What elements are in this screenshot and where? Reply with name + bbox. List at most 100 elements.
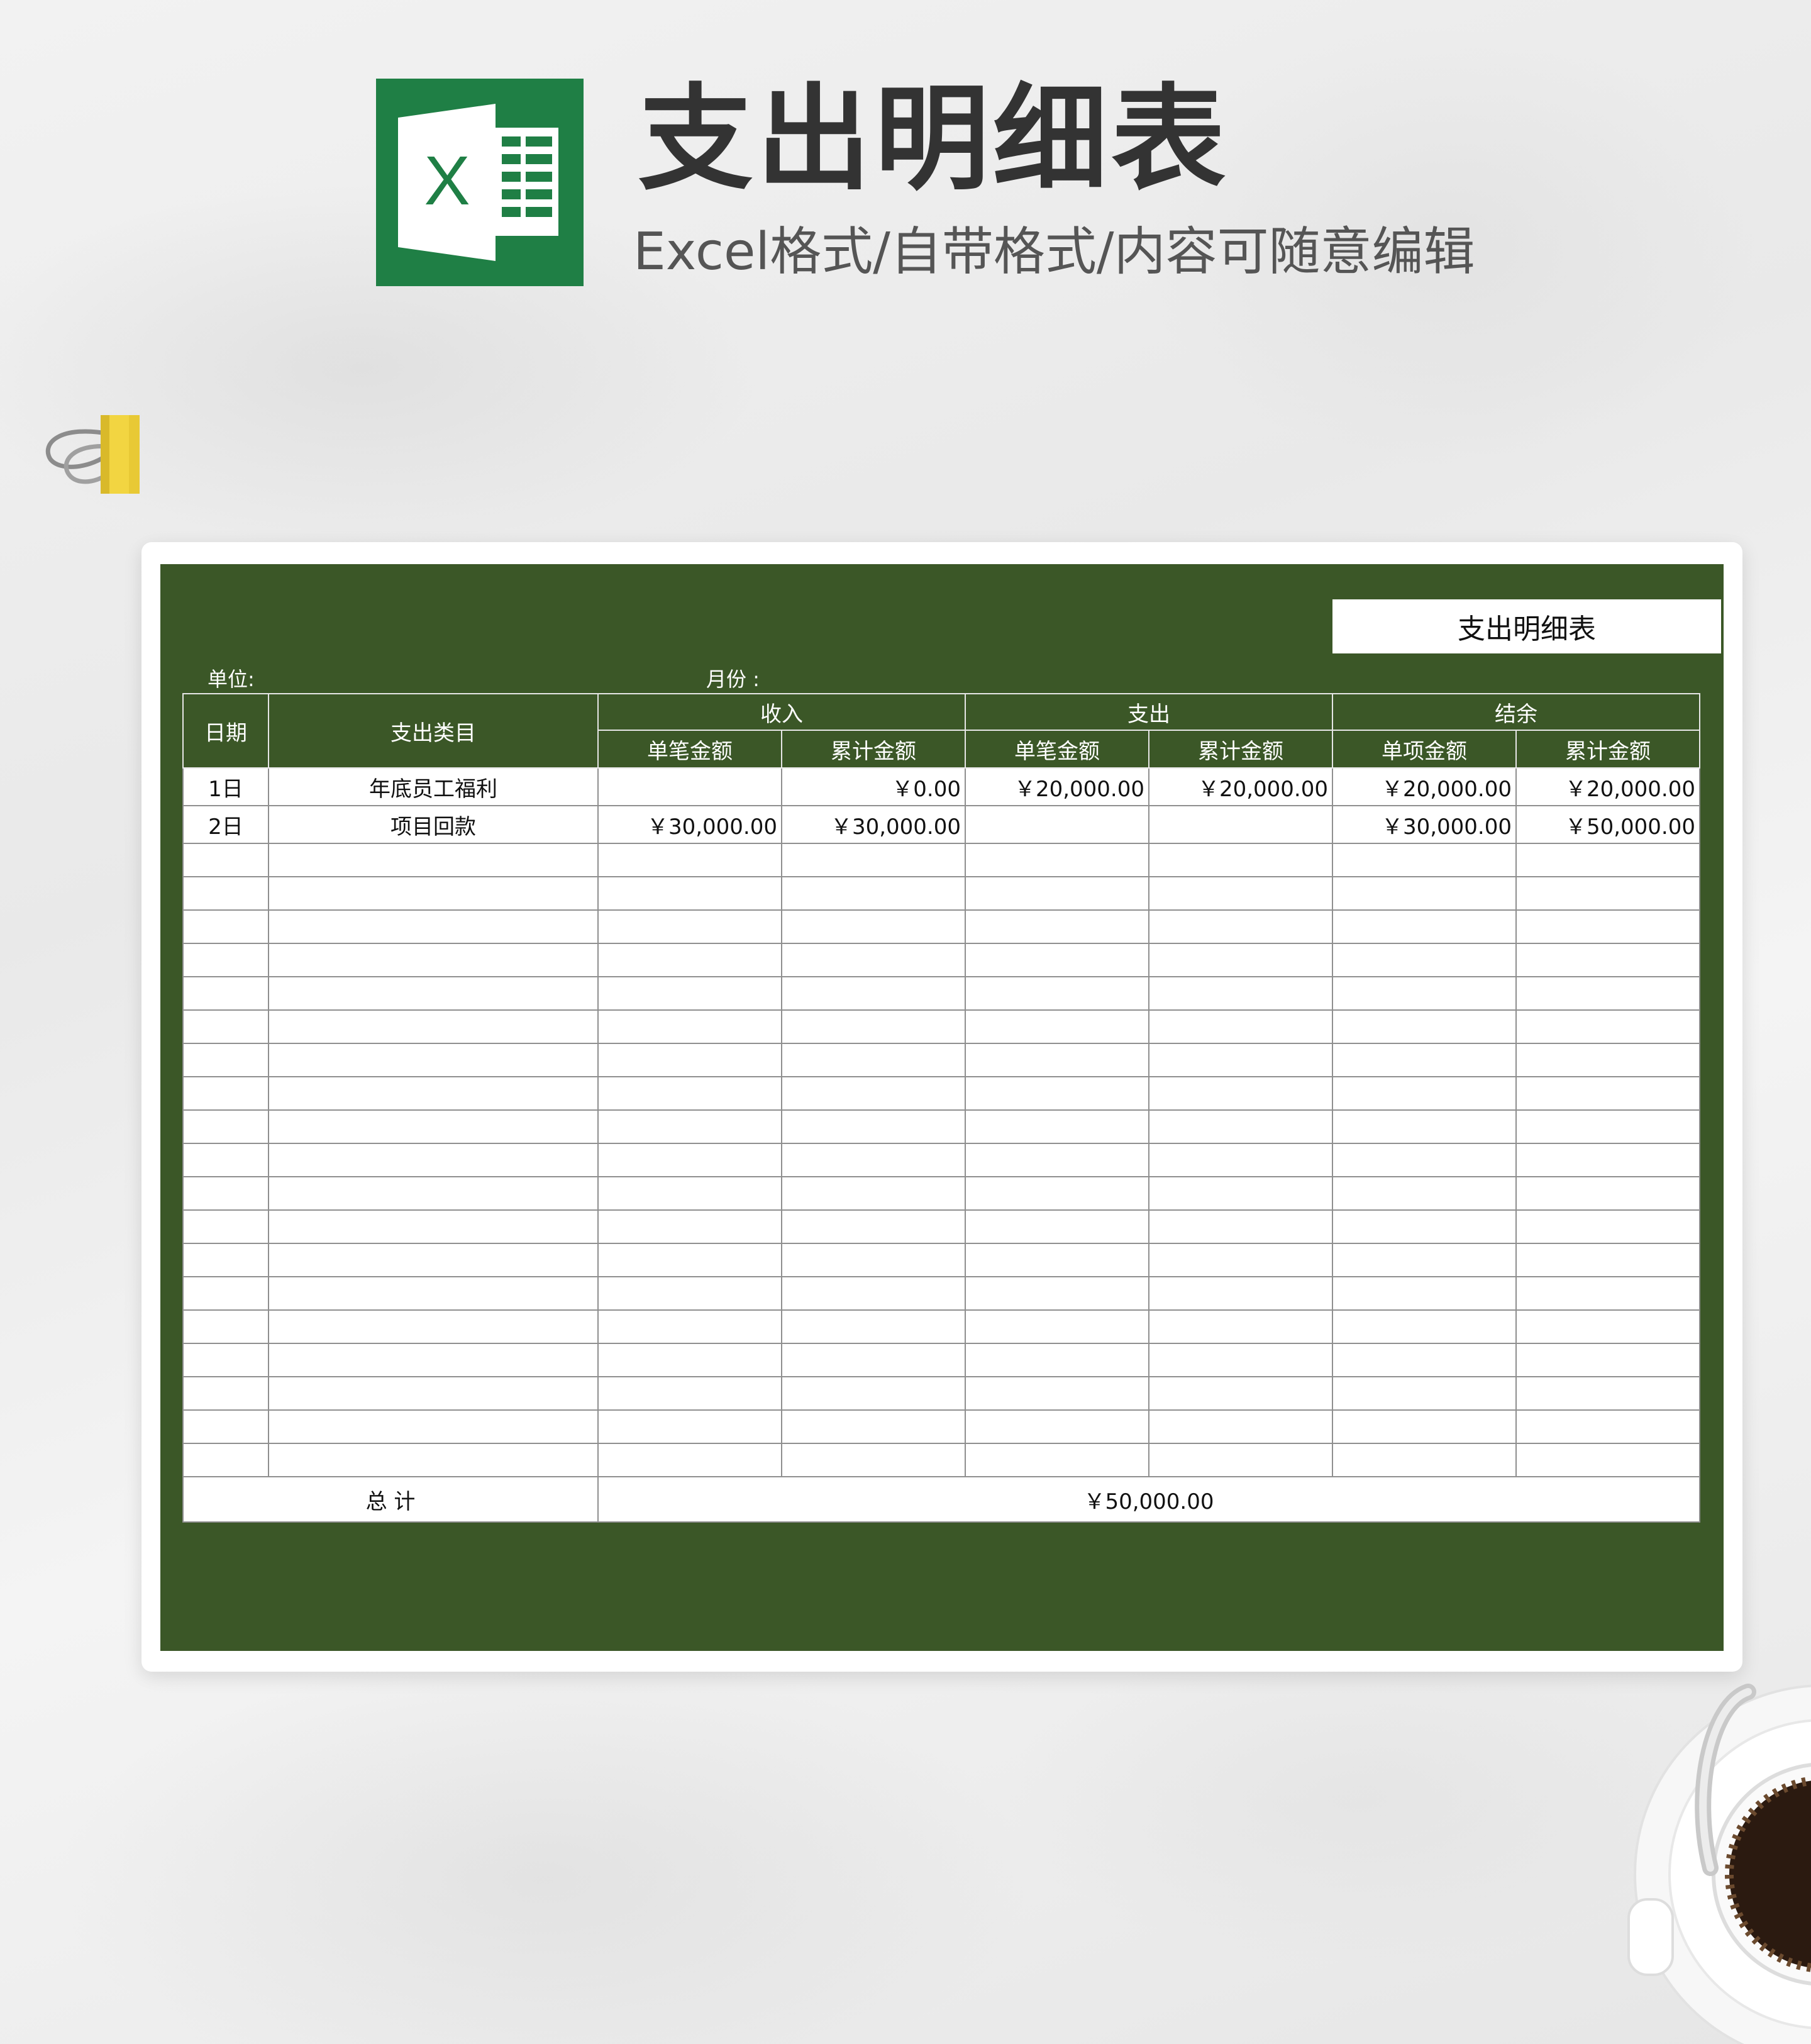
cell-expense-cumulative[interactable]: [1148, 1309, 1333, 1344]
cell-category[interactable]: [268, 1376, 599, 1411]
cell-expense-single[interactable]: ￥20,000.00: [965, 767, 1149, 806]
cell-date[interactable]: [182, 909, 269, 944]
cell-category[interactable]: [268, 1143, 599, 1177]
cell-expense-cumulative[interactable]: [1148, 843, 1333, 877]
cell-balance-cumulative[interactable]: [1515, 943, 1700, 977]
cell-date[interactable]: [182, 1309, 269, 1344]
cell-date[interactable]: [182, 1109, 269, 1144]
cell-income-cumulative[interactable]: ￥0.00: [781, 767, 966, 806]
cell-balance-cumulative[interactable]: [1515, 1109, 1700, 1144]
cell-income-single[interactable]: [597, 1143, 782, 1177]
cell-date[interactable]: 2日: [182, 805, 269, 844]
cell-income-single[interactable]: [597, 843, 782, 877]
cell-income-single[interactable]: [597, 1443, 782, 1477]
cell-income-cumulative[interactable]: [781, 1109, 966, 1144]
cell-income-single[interactable]: [597, 1276, 782, 1311]
cell-expense-cumulative[interactable]: [1148, 876, 1333, 911]
cell-income-single[interactable]: [597, 1009, 782, 1044]
cell-income-single[interactable]: [597, 1243, 782, 1277]
cell-date[interactable]: 1日: [182, 767, 269, 806]
cell-balance-item[interactable]: [1332, 1143, 1517, 1177]
cell-expense-cumulative[interactable]: [1148, 1243, 1333, 1277]
cell-date[interactable]: [182, 1209, 269, 1244]
cell-balance-cumulative[interactable]: [1515, 1143, 1700, 1177]
cell-expense-cumulative[interactable]: [1148, 1043, 1333, 1077]
cell-date[interactable]: [182, 1009, 269, 1044]
cell-date[interactable]: [182, 876, 269, 911]
cell-income-cumulative[interactable]: [781, 1443, 966, 1477]
cell-expense-cumulative[interactable]: [1148, 943, 1333, 977]
cell-balance-cumulative[interactable]: [1515, 1043, 1700, 1077]
cell-expense-cumulative[interactable]: [1148, 1209, 1333, 1244]
cell-category[interactable]: [268, 1409, 599, 1444]
cell-income-single[interactable]: [597, 767, 782, 806]
cell-income-single[interactable]: [597, 1043, 782, 1077]
cell-income-cumulative[interactable]: [781, 976, 966, 1011]
cell-income-cumulative[interactable]: [781, 1143, 966, 1177]
cell-expense-cumulative[interactable]: [1148, 805, 1333, 844]
cell-expense-single[interactable]: [965, 1276, 1149, 1311]
cell-balance-item[interactable]: [1332, 1176, 1517, 1211]
cell-expense-single[interactable]: [965, 1409, 1149, 1444]
cell-income-single[interactable]: [597, 1209, 782, 1244]
cell-income-single[interactable]: [597, 943, 782, 977]
cell-expense-cumulative[interactable]: [1148, 1443, 1333, 1477]
cell-expense-single[interactable]: [965, 1109, 1149, 1144]
cell-expense-single[interactable]: [965, 1176, 1149, 1211]
cell-expense-cumulative[interactable]: [1148, 1109, 1333, 1144]
cell-category[interactable]: [268, 976, 599, 1011]
cell-balance-cumulative[interactable]: [1515, 1409, 1700, 1444]
cell-income-cumulative[interactable]: [781, 843, 966, 877]
cell-expense-single[interactable]: [965, 1243, 1149, 1277]
cell-expense-single[interactable]: [965, 1343, 1149, 1377]
cell-balance-item[interactable]: [1332, 1376, 1517, 1411]
cell-balance-item[interactable]: [1332, 976, 1517, 1011]
cell-balance-cumulative[interactable]: [1515, 1343, 1700, 1377]
cell-date[interactable]: [182, 943, 269, 977]
cell-category[interactable]: [268, 1243, 599, 1277]
cell-category[interactable]: [268, 1009, 599, 1044]
cell-income-cumulative[interactable]: [781, 1009, 966, 1044]
cell-expense-cumulative[interactable]: ￥20,000.00: [1148, 767, 1333, 806]
cell-balance-item[interactable]: [1332, 1443, 1517, 1477]
cell-balance-item[interactable]: [1332, 1076, 1517, 1111]
cell-expense-single[interactable]: [965, 909, 1149, 944]
cell-category[interactable]: [268, 876, 599, 911]
cell-balance-item[interactable]: [1332, 1243, 1517, 1277]
cell-balance-cumulative[interactable]: [1515, 1443, 1700, 1477]
cell-category[interactable]: [268, 1343, 599, 1377]
cell-expense-single[interactable]: [965, 805, 1149, 844]
cell-category[interactable]: [268, 843, 599, 877]
cell-category[interactable]: [268, 1109, 599, 1144]
cell-date[interactable]: [182, 1176, 269, 1211]
cell-expense-single[interactable]: [965, 1376, 1149, 1411]
cell-expense-cumulative[interactable]: [1148, 909, 1333, 944]
cell-income-cumulative[interactable]: [781, 1043, 966, 1077]
cell-balance-item[interactable]: ￥20,000.00: [1332, 767, 1517, 806]
cell-expense-single[interactable]: [965, 876, 1149, 911]
cell-balance-cumulative[interactable]: ￥50,000.00: [1515, 805, 1700, 844]
cell-income-single[interactable]: [597, 1376, 782, 1411]
cell-category[interactable]: [268, 1076, 599, 1111]
cell-income-single[interactable]: [597, 976, 782, 1011]
cell-expense-single[interactable]: [965, 1076, 1149, 1111]
cell-income-cumulative[interactable]: ￥30,000.00: [781, 805, 966, 844]
cell-balance-item[interactable]: [1332, 943, 1517, 977]
cell-income-cumulative[interactable]: [781, 1243, 966, 1277]
cell-balance-cumulative[interactable]: ￥20,000.00: [1515, 767, 1700, 806]
cell-expense-cumulative[interactable]: [1148, 976, 1333, 1011]
cell-income-single[interactable]: [597, 1343, 782, 1377]
cell-expense-single[interactable]: [965, 1143, 1149, 1177]
cell-balance-item[interactable]: [1332, 1009, 1517, 1044]
cell-category[interactable]: [268, 1309, 599, 1344]
cell-date[interactable]: [182, 1409, 269, 1444]
cell-expense-single[interactable]: [965, 1209, 1149, 1244]
cell-income-single[interactable]: [597, 876, 782, 911]
cell-balance-item[interactable]: [1332, 1209, 1517, 1244]
cell-expense-cumulative[interactable]: [1148, 1409, 1333, 1444]
cell-balance-item[interactable]: [1332, 1409, 1517, 1444]
cell-category[interactable]: [268, 1209, 599, 1244]
cell-income-cumulative[interactable]: [781, 943, 966, 977]
cell-category[interactable]: [268, 909, 599, 944]
cell-category[interactable]: [268, 1443, 599, 1477]
